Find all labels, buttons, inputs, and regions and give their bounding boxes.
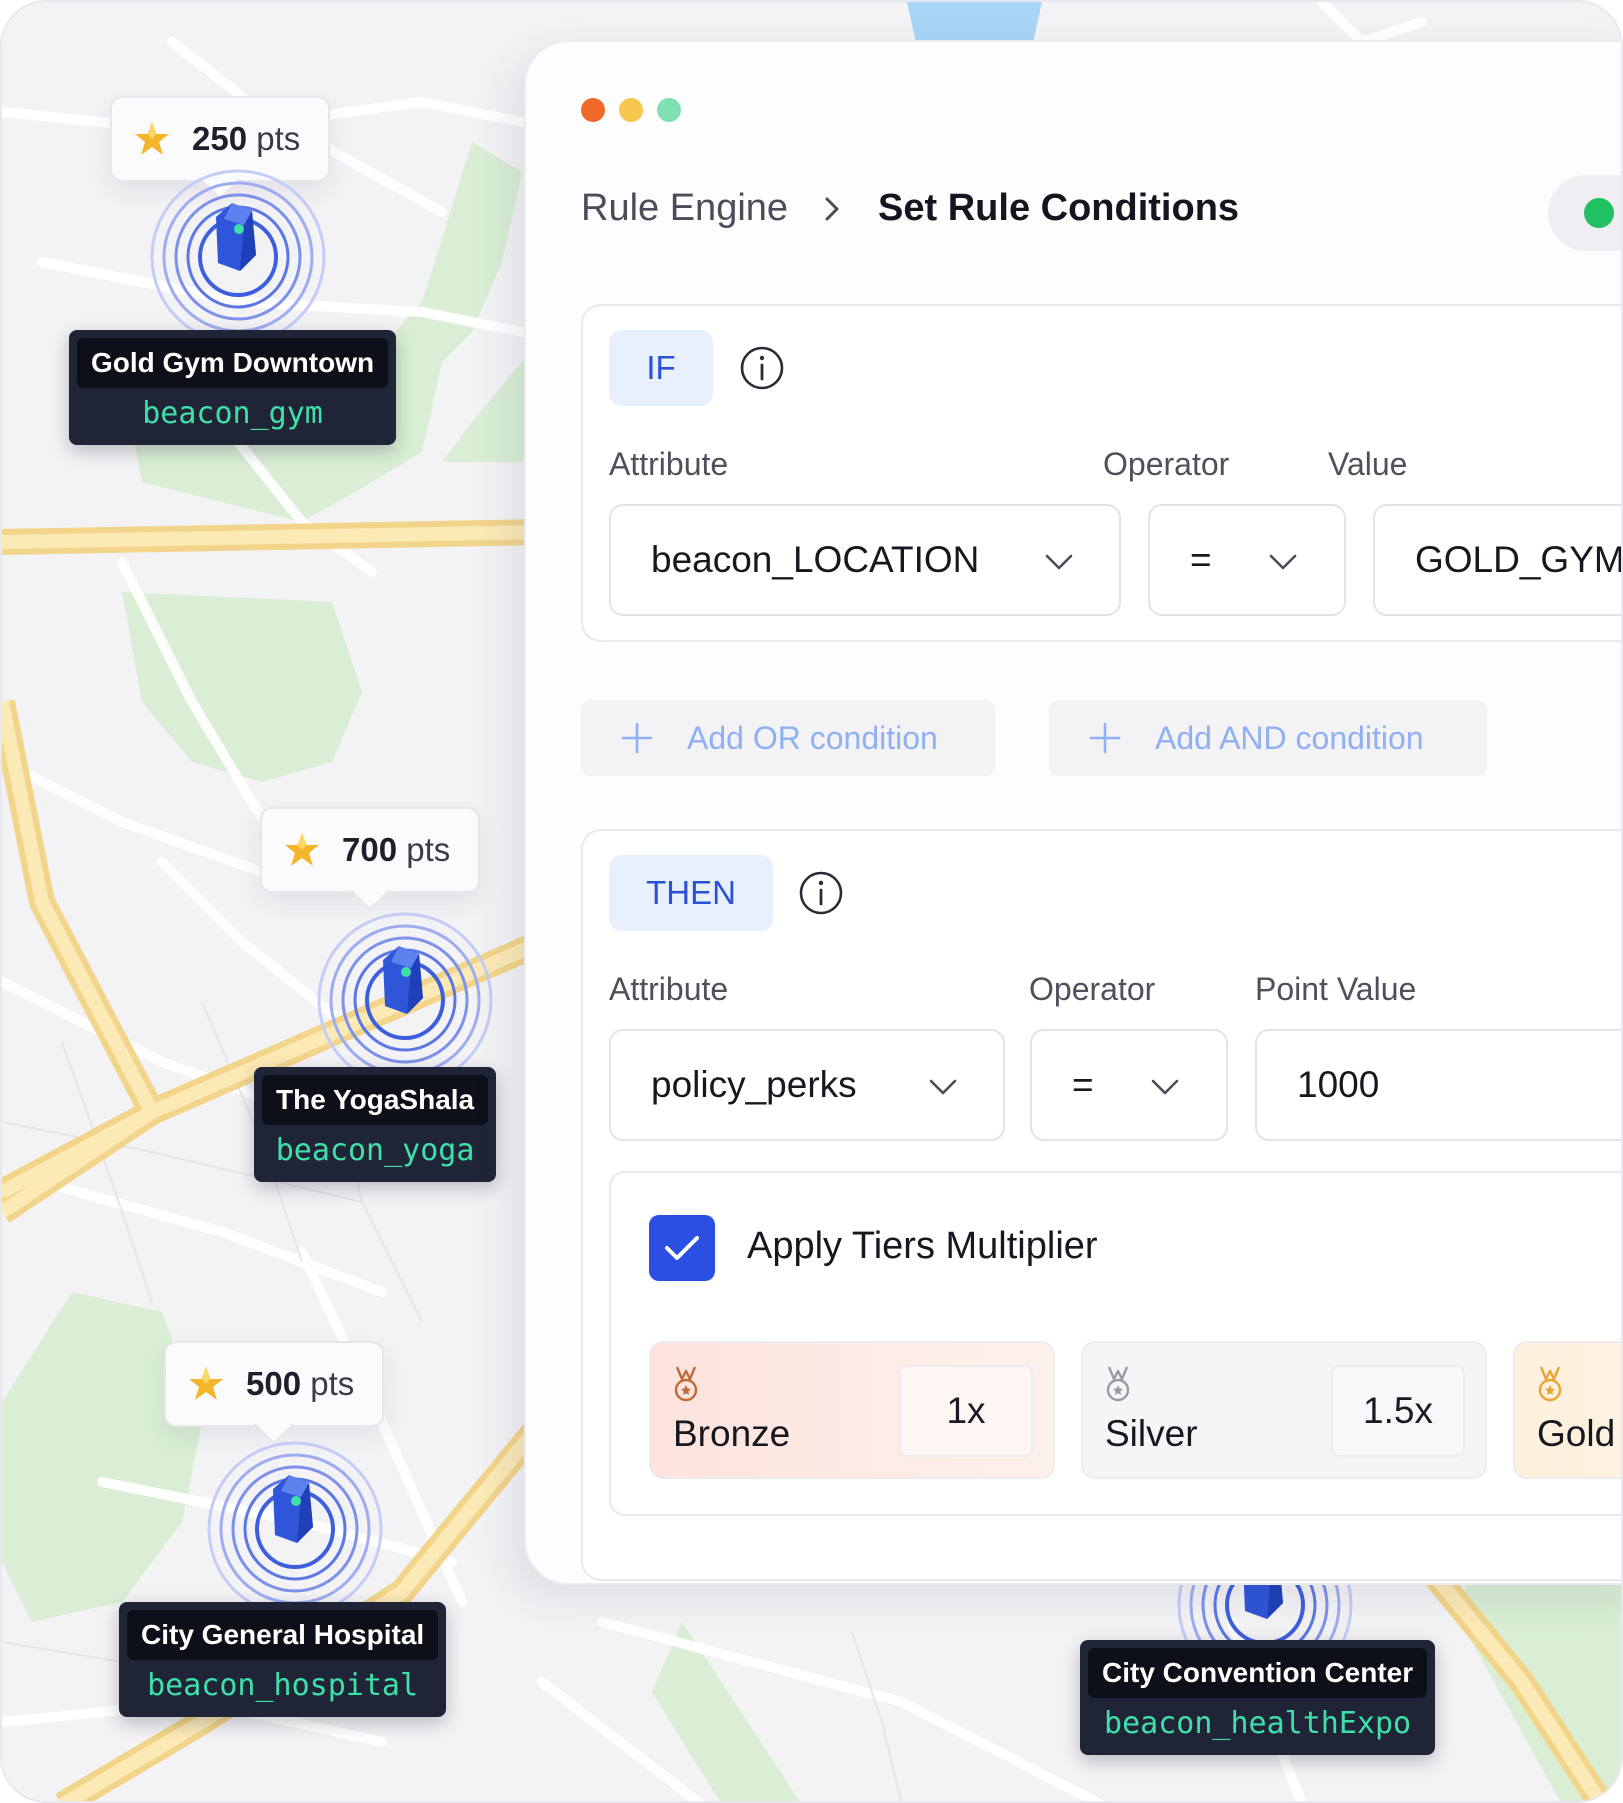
checkmark-icon: [665, 1236, 699, 1260]
chevron-down-icon: [1045, 554, 1073, 570]
chevron-down-icon: [1151, 1079, 1179, 1095]
beacon-id: beacon_healthExpo: [1104, 1706, 1412, 1741]
then-tag: THEN: [609, 855, 773, 931]
tiers-multiplier-card: Apply Tiers Multiplier Bronze 1x Silver …: [609, 1171, 1621, 1516]
operator-select[interactable]: =: [1030, 1029, 1228, 1141]
info-icon[interactable]: [739, 345, 785, 391]
gold-medal-icon: [1538, 1366, 1562, 1402]
place-name: The YogaShala: [262, 1075, 489, 1125]
point-value-input[interactable]: 1000: [1255, 1029, 1621, 1141]
app-frame: 250 pts Gold Gym Downtown beacon_gym 700…: [0, 0, 1623, 1803]
attribute-select[interactable]: beacon_LOCATION: [609, 504, 1121, 616]
points-value: 700: [342, 831, 398, 868]
attribute-select-value: policy_perks: [651, 1064, 857, 1105]
minimize-window-button[interactable]: [619, 98, 643, 122]
points-unit: pts: [406, 831, 451, 868]
value-input[interactable]: GOLD_GYM_: [1373, 504, 1623, 616]
points-value: 250: [192, 120, 248, 157]
plus-icon: [621, 722, 653, 754]
add-and-condition-label: Add AND condition: [1155, 719, 1424, 756]
tier-name: Gold: [1537, 1413, 1616, 1454]
points-value: 500: [246, 1365, 302, 1402]
silver-medal-icon: [1106, 1366, 1130, 1402]
points-unit: pts: [310, 1365, 355, 1402]
beacon-id: beacon_yoga: [275, 1133, 475, 1168]
bronze-medal-icon: [674, 1366, 698, 1402]
place-name: City Convention Center: [1088, 1648, 1428, 1698]
place-label: City General Hospital beacon_hospital: [119, 1602, 447, 1717]
rule-editor-panel: Rule Engine Set Rule Conditions IF Attri…: [524, 40, 1623, 1585]
place-label: Gold Gym Downtown beacon_gym: [69, 330, 397, 445]
window-controls: [581, 98, 681, 122]
point-value-text: 1000: [1297, 1064, 1380, 1105]
page-title: Set Rule Conditions: [878, 187, 1240, 229]
maximize-window-button[interactable]: [657, 98, 681, 122]
operator-select-value: =: [1190, 539, 1212, 580]
place-name: Gold Gym Downtown: [77, 338, 389, 388]
attribute-label: Attribute: [609, 446, 729, 482]
tier-bronze[interactable]: Bronze 1x: [649, 1341, 1055, 1479]
chevron-down-icon: [1269, 554, 1297, 570]
breadcrumb: Rule Engine Set Rule Conditions: [581, 187, 1239, 230]
status-indicator: [1548, 175, 1621, 251]
info-icon[interactable]: [798, 870, 844, 916]
attribute-label: Attribute: [609, 971, 729, 1007]
beacon-id: beacon_hospital: [147, 1668, 419, 1703]
tier-gold[interactable]: Gold: [1513, 1341, 1621, 1479]
status-dot: [1584, 198, 1614, 228]
value-label: Value: [1328, 446, 1408, 482]
beacon-marker-icon[interactable]: [315, 910, 495, 1090]
point-value-label: Point Value: [1255, 971, 1417, 1007]
tier-multiplier-input[interactable]: 1x: [899, 1365, 1033, 1457]
chevron-down-icon: [929, 1079, 957, 1095]
points-bubble: 700 pts: [260, 807, 481, 893]
apply-tiers-checkbox[interactable]: [649, 1215, 715, 1281]
tier-name: Bronze: [673, 1413, 791, 1454]
if-condition-card: IF Attribute Operator Value beacon_LOCAT…: [581, 304, 1623, 642]
attribute-select-value: beacon_LOCATION: [651, 539, 980, 580]
tier-name: Silver: [1105, 1413, 1198, 1454]
place-label: City Convention Center beacon_healthExpo: [1080, 1640, 1436, 1755]
place-name: City General Hospital: [127, 1610, 439, 1660]
star-icon: [135, 122, 169, 155]
points-bubble: 500 pts: [164, 1341, 385, 1427]
operator-select-value: =: [1072, 1064, 1094, 1105]
close-window-button[interactable]: [581, 98, 605, 122]
attribute-select[interactable]: policy_perks: [609, 1029, 1005, 1141]
plus-icon: [1089, 722, 1121, 754]
add-and-condition-button[interactable]: Add AND condition: [1049, 700, 1487, 776]
place-label: The YogaShala beacon_yoga: [254, 1067, 497, 1182]
tier-multiplier-input[interactable]: 1.5x: [1331, 1365, 1465, 1457]
operator-label: Operator: [1103, 446, 1230, 482]
beacon-marker-icon[interactable]: [148, 167, 328, 347]
chevron-right-icon: [825, 197, 839, 220]
beacon-id: beacon_gym: [142, 396, 323, 431]
apply-tiers-label: Apply Tiers Multiplier: [747, 1225, 1098, 1267]
tier-silver[interactable]: Silver 1.5x: [1081, 1341, 1487, 1479]
beacon-marker-icon[interactable]: [205, 1439, 385, 1619]
operator-label: Operator: [1029, 971, 1156, 1007]
points-unit: pts: [256, 120, 301, 157]
star-icon: [189, 1367, 223, 1400]
then-action-card: THEN Attribute Operator Point Value poli…: [581, 829, 1621, 1581]
add-or-condition-label: Add OR condition: [687, 719, 938, 756]
star-icon: [285, 833, 319, 866]
breadcrumb-root-link[interactable]: Rule Engine: [581, 187, 788, 230]
add-or-condition-button[interactable]: Add OR condition: [581, 700, 995, 776]
value-input-text: GOLD_GYM_: [1415, 539, 1623, 580]
if-tag: IF: [609, 330, 713, 406]
operator-select[interactable]: =: [1148, 504, 1346, 616]
